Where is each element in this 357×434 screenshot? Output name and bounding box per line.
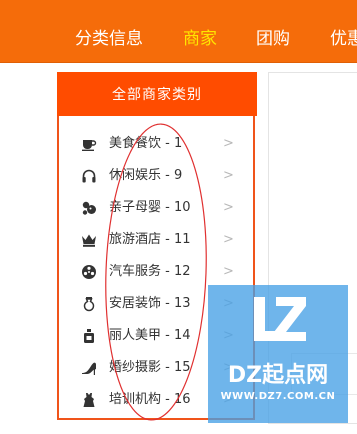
category-item-label: 婚纱摄影 - 15: [109, 360, 191, 375]
baby-toy-icon: [81, 200, 97, 216]
category-item-label: 丽人美甲 - 14: [109, 328, 191, 343]
category-item-food[interactable]: 美食餐饮 - 1 >: [59, 128, 253, 160]
perfume-icon: [81, 328, 97, 344]
watermark-name: DZ起点网: [227, 363, 329, 388]
headphones-icon: [81, 168, 97, 184]
chevron-right-icon: >: [223, 232, 234, 247]
lz-logo-icon: [254, 297, 306, 341]
watermark-logo: DZ起点网 WWW.DZ7.COM.CN: [208, 285, 348, 423]
coffee-cup-icon: [81, 136, 97, 152]
chevron-right-icon: >: [223, 168, 234, 183]
category-item-label: 休闲娱乐 - 9: [109, 168, 183, 183]
category-item-label: 安居装饰 - 13: [109, 296, 191, 311]
nav-item-deals[interactable]: 优惠: [330, 0, 357, 62]
nav-item-group-buy[interactable]: 团购: [256, 0, 290, 62]
category-item-entertainment[interactable]: 休闲娱乐 - 9 >: [59, 160, 253, 192]
dress-icon: [81, 392, 97, 408]
chevron-right-icon: >: [223, 200, 234, 215]
wheel-icon: [81, 264, 97, 280]
chevron-right-icon: >: [223, 136, 234, 151]
high-heel-icon: [81, 360, 97, 376]
category-item-label: 旅游酒店 - 11: [109, 232, 191, 247]
category-item-label: 培训机构 - 16: [109, 392, 191, 407]
category-item-label: 汽车服务 - 12: [109, 264, 191, 279]
category-panel-title: 全部商家类别: [57, 72, 257, 116]
nav-item-merchants[interactable]: 商家: [183, 0, 217, 62]
nav-item-classifieds[interactable]: 分类信息: [75, 0, 143, 62]
category-item-travel[interactable]: 旅游酒店 - 11 >: [59, 224, 253, 256]
category-item-label: 亲子母婴 - 10: [109, 200, 191, 215]
top-nav-bar: 分类信息 商家 团购 优惠: [0, 0, 357, 63]
chevron-right-icon: >: [223, 264, 234, 279]
category-item-auto[interactable]: 汽车服务 - 12 >: [59, 256, 253, 288]
category-item-label: 美食餐饮 - 1: [109, 136, 183, 151]
vase-icon: [81, 296, 97, 312]
crown-icon: [81, 232, 97, 248]
watermark-url: WWW.DZ7.COM.CN: [220, 391, 336, 402]
page: 分类信息 商家 团购 优惠 全部商家类别 美食餐饮 - 1 > 休闲娱乐 - 9: [0, 0, 357, 434]
category-item-parenting[interactable]: 亲子母婴 - 10 >: [59, 192, 253, 224]
